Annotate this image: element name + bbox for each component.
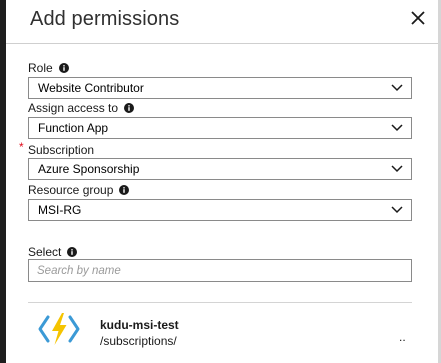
chevron-down-icon [391, 84, 403, 92]
subscription-label: Subscription [28, 143, 95, 157]
chevron-down-icon [391, 165, 403, 173]
result-more: .. [399, 330, 406, 344]
role-label-row: Role [28, 61, 69, 75]
resource-group-label-row: Resource group [28, 183, 130, 197]
result-path: /subscriptions/ [100, 334, 177, 348]
select-label: Select [28, 245, 62, 259]
chevron-down-icon [391, 124, 403, 132]
assign-access-dropdown[interactable]: Function App [28, 117, 412, 139]
search-input[interactable] [28, 259, 412, 282]
assign-access-value: Function App [38, 121, 109, 135]
info-icon[interactable] [67, 247, 78, 257]
subscription-dropdown[interactable]: Azure Sponsorship [28, 158, 412, 180]
resource-group-value: MSI-RG [38, 203, 82, 217]
close-icon [411, 11, 425, 25]
select-label-row: Select [28, 245, 78, 259]
subscription-label-row: Subscription [28, 143, 94, 157]
blade-title: Add permissions [30, 8, 180, 30]
info-icon[interactable] [58, 63, 69, 73]
close-button[interactable] [408, 8, 428, 28]
role-value: Website Contributor [38, 81, 144, 95]
role-dropdown[interactable]: Website Contributor [28, 77, 412, 99]
chevron-down-icon [391, 206, 403, 214]
resource-group-dropdown[interactable]: MSI-RG [28, 199, 412, 221]
result-name: kudu-msi-test [100, 318, 179, 332]
assign-access-label: Assign access to [28, 101, 119, 115]
info-icon[interactable] [119, 185, 130, 195]
info-icon[interactable] [124, 103, 135, 113]
list-item[interactable]: kudu-msi-test /subscriptions/ .. [28, 303, 412, 363]
role-label: Role [28, 61, 53, 75]
add-permissions-blade: Add permissions Role Website Contributor… [0, 0, 441, 363]
assign-access-label-row: Assign access to [28, 101, 135, 115]
azure-function-icon [38, 313, 80, 345]
subscription-value: Azure Sponsorship [38, 162, 140, 176]
blade-header: Add permissions [6, 0, 438, 44]
required-marker: * [19, 140, 24, 154]
blade-left-edge [0, 0, 6, 363]
resource-group-label: Resource group [28, 183, 114, 197]
